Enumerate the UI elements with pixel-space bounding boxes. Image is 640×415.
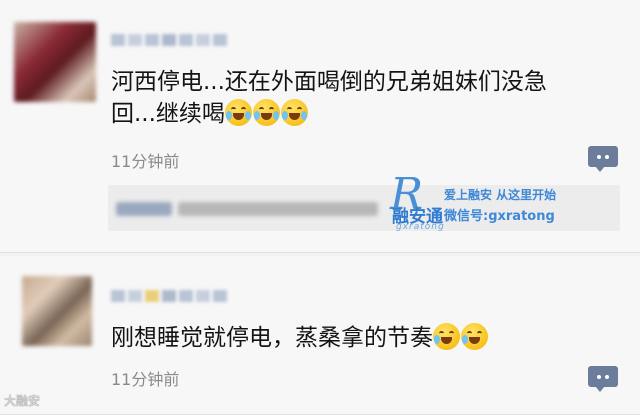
reply-text-blurred	[178, 202, 378, 216]
reply-button[interactable]	[588, 146, 618, 172]
comment-body: 河西停电...还在外面喝倒的兄弟姐妹们没急 回...继续喝	[111, 66, 621, 130]
dot-icon	[597, 374, 601, 379]
comment-card: 刚想睡觉就停电，蒸桑拿的节奏 11分钟前	[0, 256, 640, 415]
laugh-cry-emoji-icon	[252, 99, 280, 126]
reply-text-blurred	[116, 202, 172, 216]
comment-time: 11分钟前	[111, 152, 180, 171]
laugh-cry-emoji-icon	[280, 99, 308, 126]
comment-card: 河西停电...还在外面喝倒的兄弟姐妹们没急 回...继续喝 11分钟前 R 融安…	[0, 0, 640, 253]
grin-sweat-emoji-icon	[461, 323, 488, 350]
comment-body: 刚想睡觉就停电，蒸桑拿的节奏	[111, 322, 621, 354]
reply-button[interactable]	[588, 366, 618, 392]
watermark-slogan: 爱上融安 从这里开始	[444, 188, 557, 202]
watermark-wechat: 微信号:gxratong	[444, 209, 555, 224]
avatar[interactable]	[22, 276, 92, 346]
laugh-cry-emoji-icon	[224, 99, 252, 126]
dot-icon	[597, 154, 601, 159]
comment-line-text: 刚想睡觉就停电，蒸桑拿的节奏	[111, 325, 433, 351]
dot-icon	[605, 154, 609, 159]
comment-line: 刚想睡觉就停电，蒸桑拿的节奏	[111, 322, 621, 354]
watermark-sub: gxratong	[396, 222, 445, 232]
avatar[interactable]	[14, 22, 96, 102]
comment-time: 11分钟前	[111, 370, 180, 389]
comment-line-text: 回...继续喝	[111, 101, 225, 127]
comment-line: 回...继续喝	[111, 98, 621, 130]
dot-icon	[605, 374, 609, 379]
source-watermark: 大融安	[4, 394, 41, 408]
username-blurred[interactable]	[111, 34, 227, 46]
grin-sweat-emoji-icon	[433, 323, 460, 350]
watermark: R 融安通 gxratong 爱上融安 从这里开始 微信号:gxratong	[390, 172, 630, 234]
username-blurred[interactable]	[111, 290, 227, 302]
comment-line: 河西停电...还在外面喝倒的兄弟姐妹们没急	[111, 69, 547, 95]
